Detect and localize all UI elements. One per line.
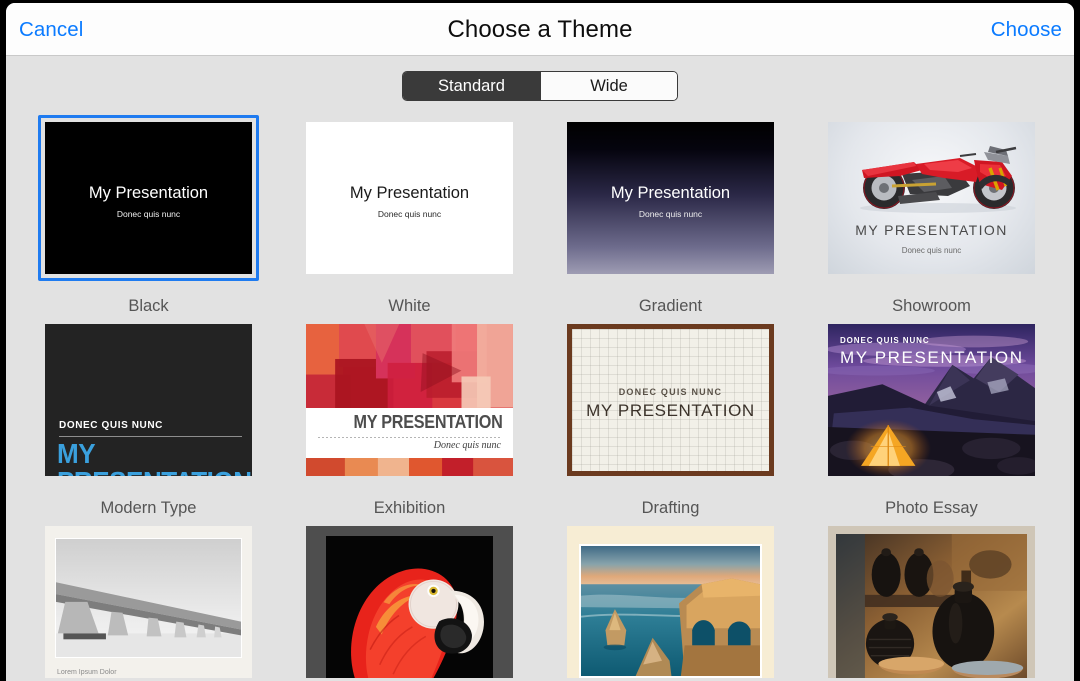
theme-preview-showroom: MY PRESENTATION Donec quis nunc: [828, 122, 1035, 274]
segment-wide[interactable]: Wide: [540, 72, 677, 100]
pottery-photo: [836, 534, 1027, 678]
theme-cell-drafting[interactable]: DONEC QUIS NUNC MY PRESENTATION Drafting: [540, 317, 801, 519]
theme-cell-row3-1[interactable]: Lorem Ipsum Dolor: [18, 519, 279, 681]
theme-preview-modern-type: DONEC QUIS NUNC MY PRESENTATION: [45, 324, 252, 476]
slide-title: My Presentation: [88, 184, 209, 202]
theme-cell-white[interactable]: My Presentation Donec quis nunc White: [279, 115, 540, 317]
theme-label-black: Black: [128, 297, 169, 315]
slide-subtitle: Donec quis nunc: [116, 209, 181, 219]
coastal-cliffs-photo: [579, 544, 762, 678]
theme-preview-parrot: [306, 526, 513, 678]
theme-cell-row3-3[interactable]: [540, 519, 801, 681]
theme-preview-white: My Presentation Donec quis nunc: [306, 122, 513, 274]
slide-subtitle: DONEC QUIS NUNC: [618, 387, 723, 397]
theme-grid: My Presentation Donec quis nunc Black My…: [6, 115, 1074, 681]
theme-preview-seaside: [567, 526, 774, 678]
theme-preview-photo-essay: DONEC QUIS NUNC MY PRESENTATION: [828, 324, 1035, 476]
divider: [318, 437, 501, 438]
mountain-tent-photo: [828, 324, 1035, 476]
theme-label-modern-type: Modern Type: [100, 499, 197, 517]
slide-title: My Presentation: [610, 184, 731, 202]
theme-preview-bridge: Lorem Ipsum Dolor: [45, 526, 252, 678]
theme-preview-gradient: My Presentation Donec quis nunc: [567, 122, 774, 274]
motorcycle-icon: [860, 146, 1017, 213]
slide-subtitle: Donec quis nunc: [433, 440, 501, 451]
slide-title: My Presentation: [349, 184, 470, 202]
slide-title: MY PRESENTATION: [354, 412, 503, 432]
slide-title: MY PRESENTATION: [855, 222, 1008, 238]
theme-thumbnail-frame-row3-4: [821, 519, 1042, 681]
theme-thumbnail-frame-black: My Presentation Donec quis nunc: [38, 115, 259, 281]
app-root: Cancel Choose a Theme Choose Standard Wi…: [0, 0, 1080, 681]
theme-cell-gradient[interactable]: My Presentation Donec quis nunc Gradient: [540, 115, 801, 317]
theme-label-exhibition: Exhibition: [373, 499, 446, 517]
theme-cell-black[interactable]: My Presentation Donec quis nunc Black: [18, 115, 279, 317]
theme-thumbnail-frame-gradient: My Presentation Donec quis nunc: [560, 115, 781, 281]
theme-preview-black: My Presentation Donec quis nunc: [45, 122, 252, 274]
theme-cell-photo-essay[interactable]: DONEC QUIS NUNC MY PRESENTATION Photo Es…: [801, 317, 1062, 519]
segment-standard[interactable]: Standard: [403, 72, 540, 100]
page-title: Choose a Theme: [447, 15, 633, 43]
theme-cell-modern-type[interactable]: DONEC QUIS NUNC MY PRESENTATION Modern T…: [18, 317, 279, 519]
aspect-ratio-switcher: Standard Wide: [6, 71, 1074, 101]
slide-title: MY PRESENTATION: [586, 401, 755, 420]
theme-thumbnail-frame-row3-1: Lorem Ipsum Dolor: [38, 519, 259, 681]
theme-preview-pottery: [828, 526, 1035, 678]
theme-thumbnail-frame-exhibition: MY PRESENTATION Donec quis nunc: [299, 317, 520, 483]
slide-subtitle: Donec quis nunc: [901, 246, 962, 255]
theme-preview-exhibition: MY PRESENTATION Donec quis nunc: [306, 324, 513, 476]
macaw-photo: [326, 536, 493, 678]
theme-cell-row3-2[interactable]: [279, 519, 540, 681]
theme-label-photo-essay: Photo Essay: [885, 499, 978, 517]
theme-label-white: White: [388, 297, 431, 315]
theme-thumbnail-frame-showroom: MY PRESENTATION Donec quis nunc: [821, 115, 1042, 281]
theme-thumbnail-frame-modern-type: DONEC QUIS NUNC MY PRESENTATION: [38, 317, 259, 483]
slide-subtitle: DONEC QUIS NUNC: [840, 336, 930, 345]
theme-thumbnail-frame-row3-2: [299, 519, 520, 681]
theme-label-gradient: Gradient: [638, 297, 703, 315]
slide-title: MY PRESENTATION: [840, 348, 1024, 367]
divider: [59, 436, 242, 437]
slide-subtitle: Donec quis nunc: [377, 209, 442, 219]
segmented-control: Standard Wide: [402, 71, 678, 101]
theme-label-showroom: Showroom: [892, 297, 971, 315]
theme-cell-exhibition[interactable]: MY PRESENTATION Donec quis nunc Exhibiti…: [279, 317, 540, 519]
theme-thumbnail-frame-row3-3: [560, 519, 781, 681]
slide-subtitle: DONEC QUIS NUNC: [59, 420, 164, 431]
choose-theme-modal: Cancel Choose a Theme Choose Standard Wi…: [6, 3, 1074, 681]
theme-label-drafting: Drafting: [641, 499, 700, 517]
theme-preview-drafting: DONEC QUIS NUNC MY PRESENTATION: [567, 324, 774, 476]
choose-button[interactable]: Choose: [991, 3, 1062, 56]
navigation-bar: Cancel Choose a Theme Choose: [6, 3, 1074, 56]
slide-subtitle: Donec quis nunc: [638, 209, 703, 219]
slide-title: MY PRESENTATION: [57, 438, 252, 477]
bridge-photo: [55, 538, 242, 658]
theme-cell-showroom[interactable]: MY PRESENTATION Donec quis nunc Showroom: [801, 115, 1062, 317]
theme-thumbnail-frame-drafting: DONEC QUIS NUNC MY PRESENTATION: [560, 317, 781, 483]
theme-thumbnail-frame-photo-essay: DONEC QUIS NUNC MY PRESENTATION: [821, 317, 1042, 483]
slide-subtitle: Lorem Ipsum Dolor: [57, 669, 117, 676]
theme-thumbnail-frame-white: My Presentation Donec quis nunc: [299, 115, 520, 281]
theme-cell-row3-4[interactable]: [801, 519, 1062, 681]
